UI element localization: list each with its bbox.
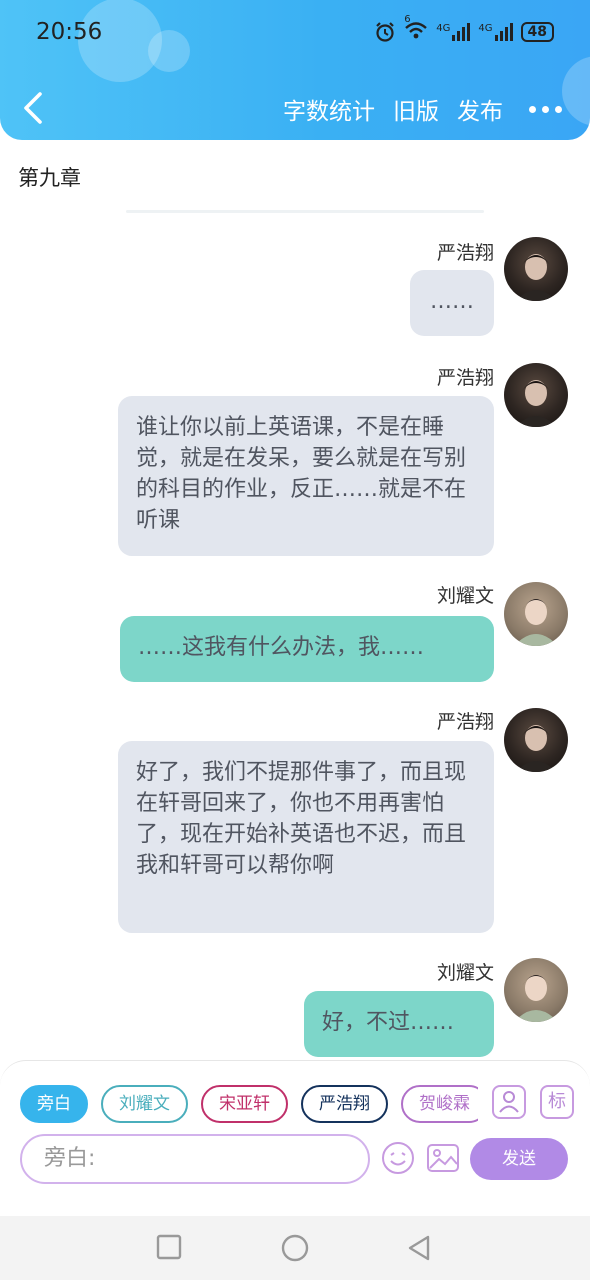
message-input[interactable]: 旁白: bbox=[20, 1134, 370, 1184]
triangle-back-icon[interactable] bbox=[406, 1234, 432, 1262]
signal-icon bbox=[452, 23, 471, 41]
character-button[interactable] bbox=[492, 1085, 526, 1119]
circle-icon[interactable] bbox=[281, 1234, 309, 1262]
avatar[interactable] bbox=[504, 237, 568, 301]
emoji-button[interactable] bbox=[380, 1140, 416, 1176]
header-actions: 字数统计 旧版 发布 bbox=[283, 92, 562, 126]
battery-indicator: 48 bbox=[520, 22, 554, 42]
person-icon bbox=[499, 1091, 519, 1113]
speaker-name: 严浩翔 bbox=[436, 242, 494, 264]
header-bar: 20:56 6 4G 4G 48 字数统计 旧版 发布 bbox=[0, 0, 590, 140]
role-chip[interactable]: 严浩翔 bbox=[301, 1085, 388, 1123]
chapter-title: 第九章 bbox=[18, 166, 81, 190]
more-icon[interactable] bbox=[529, 97, 562, 121]
alarm-icon bbox=[376, 22, 395, 42]
back-button[interactable] bbox=[18, 90, 50, 126]
message-bubble[interactable]: …… bbox=[410, 270, 494, 336]
chevron-left-icon bbox=[24, 92, 42, 124]
avatar[interactable] bbox=[504, 363, 568, 427]
avatar[interactable] bbox=[504, 708, 568, 772]
avatar[interactable] bbox=[504, 582, 568, 646]
speaker-name: 严浩翔 bbox=[436, 711, 494, 733]
network-type-label: 4G bbox=[436, 23, 451, 34]
status-time: 20:56 bbox=[36, 19, 103, 45]
system-nav-bar bbox=[0, 1216, 590, 1280]
cell-signal-1: 4G bbox=[436, 23, 471, 41]
word-count-button[interactable]: 字数统计 bbox=[283, 92, 375, 126]
tag-button[interactable]: 标 bbox=[540, 1085, 574, 1119]
divider bbox=[126, 210, 484, 213]
role-chip[interactable]: 贺峻霖 bbox=[401, 1085, 478, 1123]
speaker-name: 刘耀文 bbox=[436, 962, 494, 984]
message-bubble[interactable]: 好，不过…… bbox=[304, 991, 494, 1057]
message-bubble[interactable]: 好了，我们不提那件事了，而且现在轩哥回来了，你也不用再害怕了，现在开始补英语也不… bbox=[118, 741, 494, 933]
signal-icon bbox=[494, 23, 513, 41]
role-selector: 旁白 刘耀文 宋亚轩 严浩翔 贺峻霖 bbox=[20, 1085, 478, 1125]
image-icon bbox=[427, 1144, 459, 1172]
publish-button[interactable]: 发布 bbox=[457, 92, 503, 126]
old-version-button[interactable]: 旧版 bbox=[393, 92, 439, 126]
role-chip[interactable]: 宋亚轩 bbox=[201, 1085, 288, 1123]
wifi-indicator: 6 bbox=[404, 14, 428, 44]
role-chip[interactable]: 刘耀文 bbox=[101, 1085, 188, 1123]
wifi-label: 6 bbox=[404, 14, 411, 25]
message-bubble[interactable]: ……这我有什么办法，我…… bbox=[120, 616, 494, 682]
emoji-icon bbox=[382, 1142, 414, 1174]
cell-signal-2: 4G bbox=[478, 23, 513, 41]
image-button[interactable] bbox=[425, 1140, 461, 1176]
role-chip[interactable]: 旁白 bbox=[20, 1085, 88, 1123]
avatar[interactable] bbox=[504, 958, 568, 1022]
send-button[interactable]: 发送 bbox=[470, 1138, 568, 1180]
network-type-label: 4G bbox=[478, 23, 493, 34]
speaker-name: 严浩翔 bbox=[436, 367, 494, 389]
message-bubble[interactable]: 谁让你以前上英语课，不是在睡觉，就是在发呆，要么就是在写别的科目的作业，反正……… bbox=[118, 396, 494, 556]
square-icon[interactable] bbox=[156, 1234, 182, 1260]
decor-bubble bbox=[562, 56, 590, 126]
speaker-name: 刘耀文 bbox=[436, 585, 494, 607]
status-bar: 20:56 6 4G 4G 48 bbox=[0, 0, 590, 66]
status-icons: 6 4G 4G 48 bbox=[374, 14, 554, 44]
